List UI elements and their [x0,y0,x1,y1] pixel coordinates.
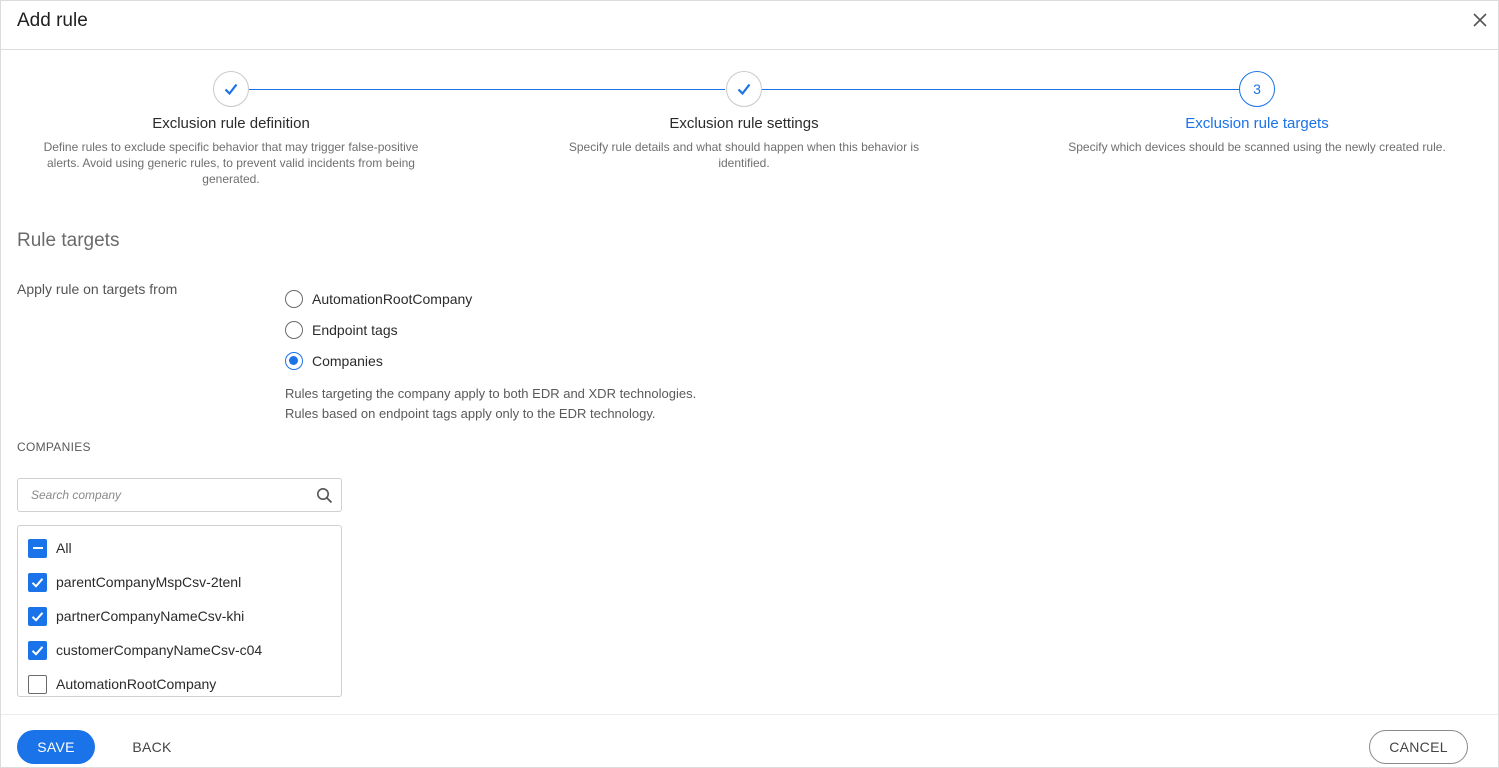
list-item-label: All [56,540,72,556]
radio-label: Companies [312,352,383,369]
checkbox-checked[interactable] [28,572,47,592]
targets-radio-group: AutomationRootCompany Endpoint tags Comp… [285,283,472,376]
add-rule-dialog: Add rule Exclusion rule definition Defin… [0,0,1499,768]
companies-label: COMPANIES [17,440,91,454]
checkbox-checked[interactable] [28,606,47,626]
check-icon [31,611,44,622]
radio-button[interactable] [285,320,303,339]
hint-line-2: Rules based on endpoint tags apply only … [285,406,656,421]
check-icon [737,83,751,96]
dialog-header: Add rule [1,1,1498,50]
list-item-label: parentCompanyMspCsv-2tenl [56,574,242,590]
minus-icon [32,547,43,549]
apply-rule-label: Apply rule on targets from [17,281,178,297]
step-3-title: Exclusion rule targets [1185,115,1329,132]
checkbox-unchecked[interactable] [28,674,47,694]
list-item-label: AutomationRootCompany [56,676,217,692]
radio-option-companies[interactable]: Companies [285,345,472,376]
companies-list: All parentCompanyMspCsv-2tenl partnerCom… [17,525,342,697]
list-item-label: customerCompanyNameCsv-c04 [56,642,263,658]
list-item[interactable]: parentCompanyMspCsv-2tenl [18,565,341,599]
step-2[interactable]: Exclusion rule settings Specify rule det… [534,71,954,171]
step-2-title: Exclusion rule settings [669,115,819,132]
check-icon [31,577,44,588]
check-icon [224,83,238,96]
list-item-label: partnerCompanyNameCsv-khi [56,608,245,624]
close-icon[interactable] [1470,10,1490,30]
step-1-title: Exclusion rule definition [152,115,310,132]
save-button[interactable]: SAVE [17,730,95,764]
search-company-input[interactable] [31,479,311,511]
step-1-circle [213,71,249,107]
section-title: Rule targets [17,230,120,251]
checkbox-checked[interactable] [28,640,47,660]
dialog-footer: SAVE BACK CANCEL [1,714,1498,768]
step-2-description: Specify rule details and what should hap… [568,140,920,170]
search-icon[interactable] [316,487,333,504]
list-item[interactable]: AutomationRootCompany [18,667,341,701]
company-search-box [17,478,342,512]
targets-hint: Rules targeting the company apply to bot… [285,384,696,424]
step-1[interactable]: Exclusion rule definition Define rules t… [21,71,441,187]
check-icon [31,645,44,656]
list-item-all[interactable]: All [18,531,341,565]
hint-line-1: Rules targeting the company apply to bot… [285,386,697,401]
list-item[interactable]: partnerCompanyNameCsv-khi [18,599,341,633]
list-item[interactable]: customerCompanyNameCsv-c04 [18,633,341,667]
radio-button[interactable] [285,289,303,308]
step-3[interactable]: 3 Exclusion rule targets Specify which d… [1047,71,1467,155]
radio-label: Endpoint tags [312,321,398,338]
cancel-button[interactable]: CANCEL [1369,730,1468,764]
checkbox-indeterminate[interactable] [28,538,47,558]
radio-label: AutomationRootCompany [312,290,473,307]
step-1-description: Define rules to exclude specific behavio… [43,140,419,186]
stepper: Exclusion rule definition Define rules t… [1,71,1498,201]
radio-option-endpoint-tags[interactable]: Endpoint tags [285,314,472,345]
radio-option-automationrootcompany[interactable]: AutomationRootCompany [285,283,472,314]
dialog-title: Add rule [17,10,88,31]
radio-button-selected[interactable] [285,351,303,370]
step-3-circle: 3 [1239,71,1275,107]
step-2-circle [726,71,762,107]
back-button[interactable]: BACK [113,730,191,764]
step-3-description: Specify which devices should be scanned … [1068,140,1446,154]
